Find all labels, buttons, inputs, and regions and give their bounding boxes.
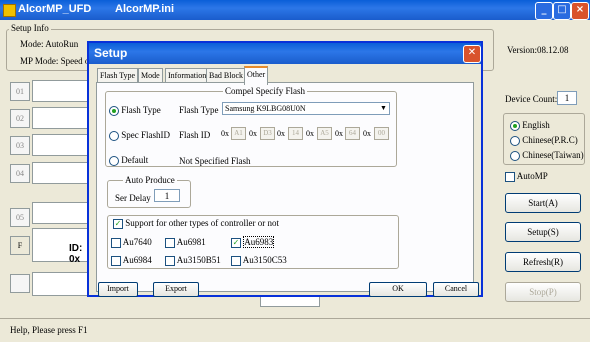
hex-prefix: 0x xyxy=(363,129,371,138)
flash-id-label: Flash ID xyxy=(179,130,211,140)
controller-au7640[interactable]: Au7640 xyxy=(111,237,152,248)
language-chinese-taiwan[interactable]: Chinese(Taiwan) xyxy=(510,150,584,161)
export-button[interactable]: Export xyxy=(153,282,199,297)
port-slot xyxy=(32,202,92,224)
controller-au3150b51[interactable]: Au3150B51 xyxy=(165,255,221,266)
flash-type-select[interactable]: Samsung K9LBG08U0N ▼ xyxy=(222,102,390,115)
checkbox-icon xyxy=(231,255,241,266)
port-slot xyxy=(32,80,92,102)
controller-au6984[interactable]: Au6984 xyxy=(111,255,152,266)
controller-au3150c53[interactable]: Au3150C53 xyxy=(231,255,287,266)
mode-label: Mode: AutoRun xyxy=(20,39,79,49)
stop-button[interactable]: Stop(P) xyxy=(505,282,581,302)
auto-produce-label: Auto Produce xyxy=(123,175,177,185)
checkbox-icon xyxy=(111,255,121,266)
flash-type-label: Flash Type xyxy=(179,105,219,115)
flash-type-value: Samsung K9LBG08U0N xyxy=(225,104,306,113)
tab-bad-block[interactable]: Bad Block xyxy=(206,68,246,83)
port-number: 05 xyxy=(10,208,30,227)
ser-delay-label: Ser Delay xyxy=(115,193,151,203)
setup-button[interactable]: Setup(S) xyxy=(505,222,581,242)
app-icon xyxy=(3,4,16,17)
cancel-button[interactable]: Cancel xyxy=(433,282,479,297)
hex-prefix: 0x xyxy=(335,129,343,138)
maximize-button[interactable]: □ xyxy=(553,2,571,20)
port-slot xyxy=(32,162,92,184)
dialog-title: Setup xyxy=(94,46,128,60)
checkbox-icon: ✓ xyxy=(231,237,241,248)
version-label: Version:08.12.08 xyxy=(507,45,569,55)
radio-icon xyxy=(109,130,119,141)
other-tab-panel: Compel Specify Flash Flash Type Flash Ty… xyxy=(96,82,474,292)
checkbox-icon xyxy=(165,255,175,266)
tab-other[interactable]: Other xyxy=(244,66,269,85)
port-number: 03 xyxy=(10,136,30,155)
checkbox-icon xyxy=(111,237,121,248)
mp-mode-label: MP Mode: Speed opt xyxy=(20,56,97,66)
not-specified-label: Not Specified Flash xyxy=(179,156,251,166)
port-number: 04 xyxy=(10,164,30,183)
default-radio[interactable]: Default xyxy=(109,155,148,166)
tab-mode[interactable]: Mode xyxy=(138,68,163,83)
ini-title: AlcorMP.ini xyxy=(115,3,175,15)
checkbox-icon: ✓ xyxy=(113,218,123,229)
port-number: 01 xyxy=(10,82,30,101)
radio-icon xyxy=(109,155,119,166)
compel-flash-label: Compel Specify Flash xyxy=(223,86,307,96)
flash-id-byte[interactable]: A1 xyxy=(231,127,246,140)
status-bar: Help, Please press F1 xyxy=(0,318,590,342)
port-number: 02 xyxy=(10,109,30,128)
device-count-field: 1 xyxy=(557,91,577,105)
minimize-button[interactable]: _ xyxy=(535,2,553,20)
status-text: Help, Please press F1 xyxy=(10,325,88,335)
flash-id-byte[interactable]: 14 xyxy=(288,127,303,140)
radio-icon xyxy=(109,105,119,116)
dialog-close-button[interactable]: ✕ xyxy=(463,45,481,63)
ser-delay-input[interactable]: 1 xyxy=(154,189,180,202)
port-f-slot: K ID: 0x xyxy=(32,228,94,265)
radio-icon xyxy=(510,135,520,146)
controller-au6983[interactable]: ✓ Au6983 xyxy=(231,236,275,248)
port-number xyxy=(10,274,30,293)
port-slot xyxy=(32,272,92,296)
tab-flash-type[interactable]: Flash Type xyxy=(97,68,139,83)
main-titlebar[interactable]: AlcorMP_UFD AlcorMP.ini _ □ × xyxy=(0,0,590,20)
flash-id-byte[interactable]: 00 xyxy=(374,127,389,140)
ok-button[interactable]: OK xyxy=(369,282,427,297)
support-checkbox[interactable]: ✓ Support for other types of controller … xyxy=(111,218,281,229)
flash-id-byte[interactable]: 64 xyxy=(345,127,360,140)
dialog-titlebar[interactable]: Setup ✕ xyxy=(89,43,481,64)
import-button[interactable]: Import xyxy=(98,282,138,297)
chevron-down-icon[interactable]: ▼ xyxy=(378,103,389,114)
language-group: English Chinese(P.R.C) Chinese(Taiwan) xyxy=(503,113,585,165)
app-title: AlcorMP_UFD xyxy=(18,3,92,15)
radio-icon xyxy=(510,150,520,161)
checkbox-icon xyxy=(505,171,515,182)
start-button[interactable]: Start(A) xyxy=(505,193,581,213)
spec-flashid-radio[interactable]: Spec FlashID xyxy=(109,130,170,141)
port-slot xyxy=(32,107,92,129)
setup-info-label: Setup Info xyxy=(9,23,51,33)
language-english[interactable]: English xyxy=(510,120,550,131)
refresh-button[interactable]: Refresh(R) xyxy=(505,252,581,272)
flash-id-byte[interactable]: D3 xyxy=(260,127,275,140)
tab-information[interactable]: Information xyxy=(165,68,210,83)
hex-prefix: 0x xyxy=(249,129,257,138)
automp-checkbox[interactable]: AutoMP xyxy=(505,171,548,182)
port-f-label: F xyxy=(10,236,30,255)
radio-icon xyxy=(510,120,520,131)
language-chinese-prc[interactable]: Chinese(P.R.C) xyxy=(510,135,578,146)
hex-prefix: 0x xyxy=(221,129,229,138)
flash-id-byte[interactable]: A5 xyxy=(317,127,332,140)
controller-au6981[interactable]: Au6981 xyxy=(165,237,206,248)
port-slot xyxy=(32,134,92,156)
flash-type-radio[interactable]: Flash Type xyxy=(109,105,161,116)
setup-dialog: Setup ✕ Flash Type Mode Information Bad … xyxy=(87,41,483,297)
hex-prefix: 0x xyxy=(277,129,285,138)
checkbox-icon xyxy=(165,237,175,248)
hex-prefix: 0x xyxy=(306,129,314,138)
close-button[interactable]: × xyxy=(571,2,589,20)
device-count-label: Device Count: xyxy=(505,94,558,104)
